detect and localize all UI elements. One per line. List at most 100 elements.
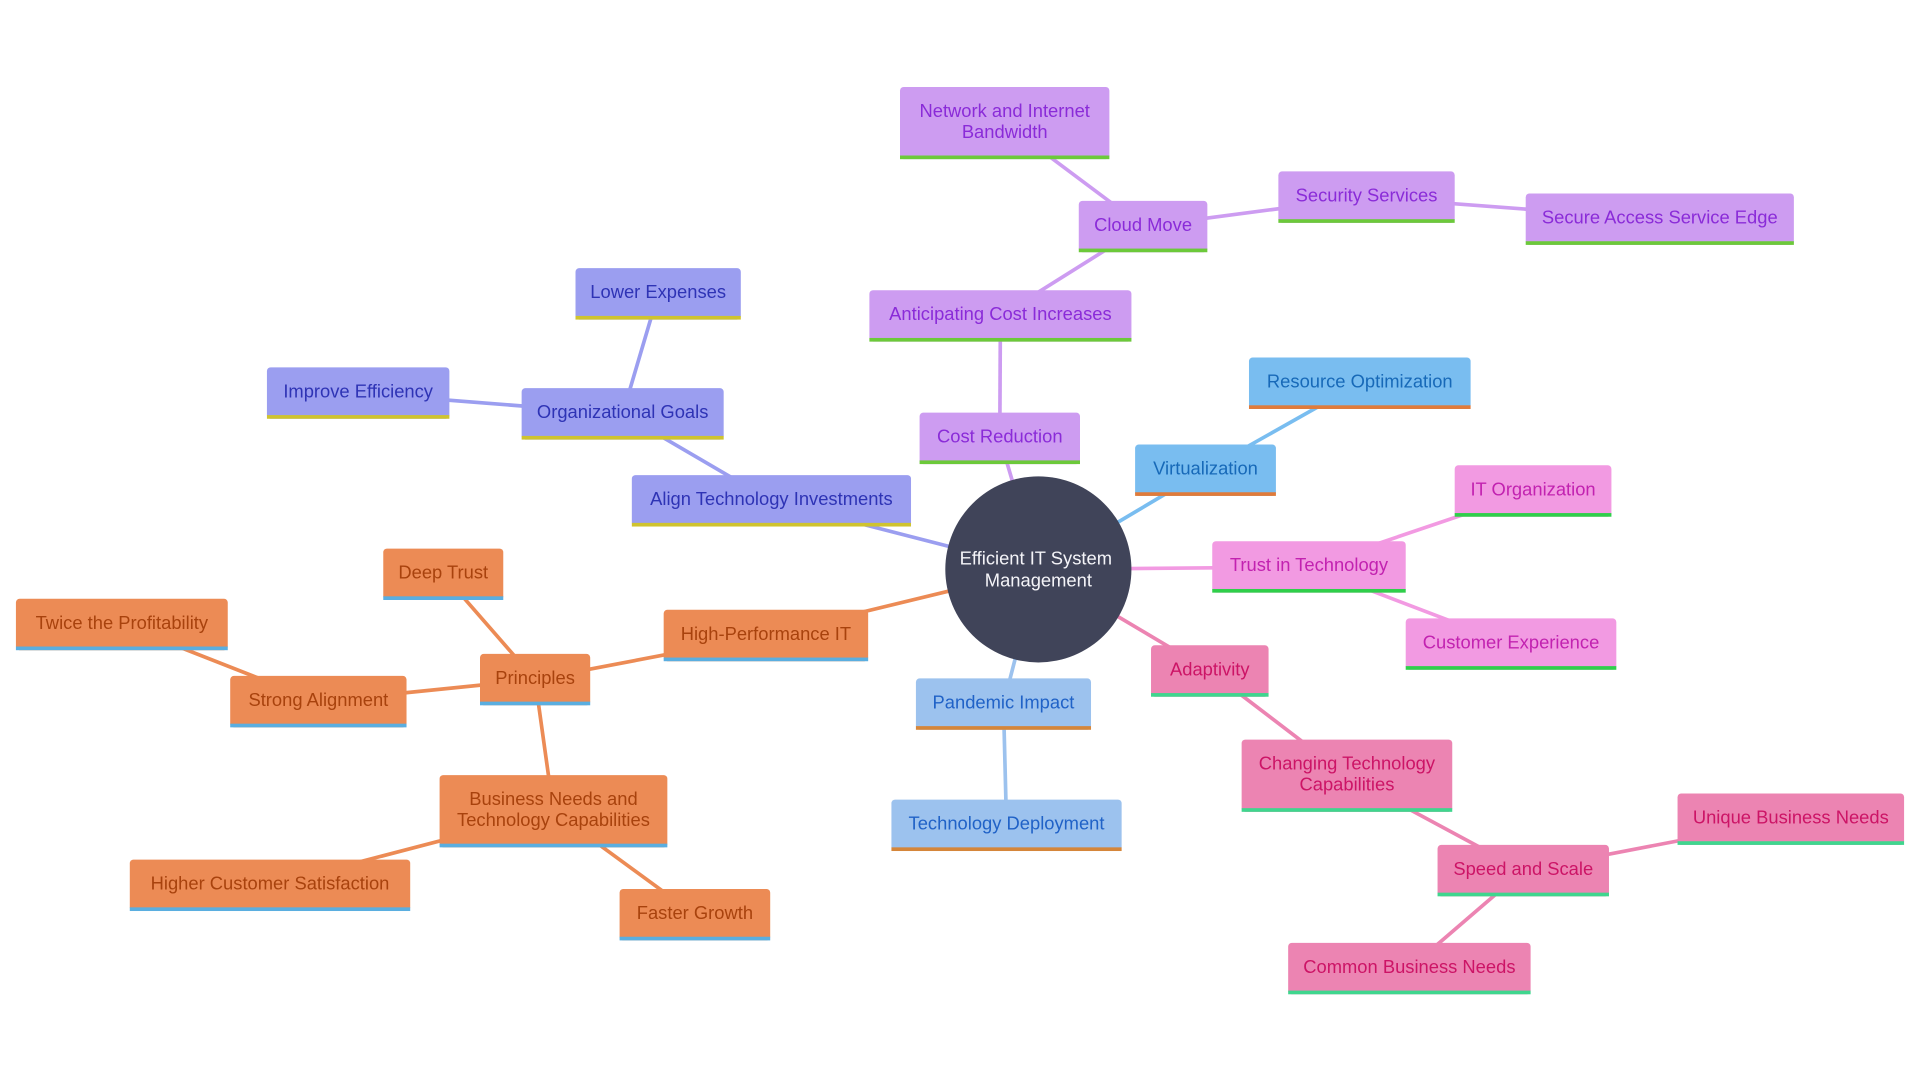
- node-label-line: Improve Efficiency: [283, 380, 433, 401]
- node-underline: [1241, 808, 1453, 812]
- node-organizational-goals[interactable]: Organizational Goals: [521, 388, 724, 440]
- node-label-line: Cost Reduction: [937, 426, 1063, 447]
- root-node[interactable]: Efficient IT System Management: [945, 476, 1132, 663]
- node-label-line: Resource Optimization: [1267, 371, 1453, 392]
- node-faster-growth[interactable]: Faster Growth: [619, 888, 771, 941]
- node-label-line: Cloud Move: [1094, 214, 1192, 235]
- node-label-line: Deep Trust: [398, 562, 488, 583]
- node-label-line: Strong Alignment: [248, 689, 388, 710]
- node-label: Customer Experience: [1423, 631, 1600, 652]
- node-underline: [521, 435, 724, 440]
- node-deep-trust[interactable]: Deep Trust: [383, 548, 504, 600]
- node-principles[interactable]: Principles: [480, 653, 591, 706]
- node-label-line: Faster Growth: [637, 902, 753, 923]
- node-label: Speed and Scale: [1453, 858, 1593, 879]
- node-underline: [1248, 405, 1471, 409]
- node-underline: [129, 907, 411, 912]
- node-label: Anticipating Cost Increases: [889, 303, 1111, 324]
- node-label: Deep Trust: [398, 562, 488, 583]
- node-label-line: Secure Access Service Edge: [1542, 206, 1778, 227]
- node-underline: [1078, 248, 1208, 253]
- node-label-line: Network and Internet: [919, 100, 1089, 121]
- node-underline: [439, 843, 668, 848]
- node-high-performance-it[interactable]: High-Performance IT: [663, 609, 869, 662]
- node-label-line: Unique Business Needs: [1693, 806, 1889, 827]
- node-underline: [15, 646, 228, 651]
- node-security-services[interactable]: Security Services: [1278, 171, 1455, 223]
- node-label: Virtualization: [1153, 457, 1258, 478]
- node-underline: [1151, 693, 1269, 697]
- node-label: IT Organization: [1470, 478, 1595, 499]
- node-common-business-needs[interactable]: Common Business Needs: [1288, 942, 1531, 995]
- node-label-line: Lower Expenses: [590, 281, 726, 302]
- node-label-line: Principles: [495, 667, 575, 688]
- node-speed-and-scale[interactable]: Speed and Scale: [1437, 844, 1609, 897]
- node-label-line: Trust in Technology: [1230, 554, 1389, 575]
- node-underline: [1212, 588, 1406, 593]
- node-label: High-Performance IT: [681, 623, 851, 644]
- node-label-line: Twice the Profitability: [36, 612, 209, 633]
- root-label-line-1: Efficient IT System: [960, 547, 1112, 568]
- node-label-line: Common Business Needs: [1303, 956, 1515, 977]
- node-label-line: Customer Experience: [1423, 631, 1600, 652]
- node-label-line: Align Technology Investments: [650, 488, 893, 509]
- node-strong-alignment[interactable]: Strong Alignment: [230, 675, 407, 728]
- node-label: Adaptivity: [1170, 658, 1250, 679]
- node-virtualization[interactable]: Virtualization: [1135, 444, 1276, 496]
- node-trust-in-technology[interactable]: Trust in Technology: [1212, 541, 1406, 593]
- node-it-organization[interactable]: IT Organization: [1454, 465, 1612, 517]
- node-underline: [1278, 219, 1455, 223]
- node-underline: [1677, 841, 1905, 845]
- root-label-line-2: Management: [985, 570, 1092, 591]
- node-underline: [631, 522, 912, 527]
- node-label-line: Organizational Goals: [537, 401, 708, 422]
- node-anticipating-cost-increases[interactable]: Anticipating Cost Increases: [869, 290, 1132, 342]
- node-underline: [663, 657, 869, 662]
- node-label: Pandemic Impact: [933, 691, 1075, 712]
- node-changing-tech-capabilities[interactable]: Changing Technology Capabilities: [1241, 739, 1453, 812]
- node-label: Security Services: [1296, 184, 1438, 205]
- node-underline: [1437, 892, 1609, 897]
- node-label-line: Technology Deployment: [909, 813, 1105, 834]
- node-underline: [869, 337, 1132, 342]
- node-underline: [1405, 666, 1617, 670]
- node-underline: [230, 723, 407, 728]
- node-twice-profitability[interactable]: Twice the Profitability: [15, 598, 228, 651]
- node-business-needs-tech-capabilities[interactable]: Business Needs and Technology Capabilitie…: [439, 775, 668, 848]
- node-label: Higher Customer Satisfaction: [151, 873, 390, 894]
- node-underline: [900, 155, 1110, 160]
- node-unique-business-needs[interactable]: Unique Business Needs: [1677, 793, 1905, 845]
- node-label: Technology Deployment: [909, 813, 1105, 834]
- node-cloud-move[interactable]: Cloud Move: [1078, 200, 1208, 253]
- node-underline: [266, 415, 450, 419]
- node-underline: [575, 315, 741, 320]
- node-lower-expenses[interactable]: Lower Expenses: [575, 268, 741, 320]
- node-label-line: Changing Technology: [1259, 753, 1436, 774]
- node-label-line: Business Needs and: [469, 788, 637, 809]
- node-network-bandwidth[interactable]: Network and Internet Bandwidth: [900, 86, 1110, 160]
- mindmap-canvas: Cost Reduction Anticipating Cost Increase…: [0, 0, 1920, 1080]
- node-improve-efficiency[interactable]: Improve Efficiency: [266, 367, 450, 419]
- node-align-tech-investments[interactable]: Align Technology Investments: [631, 475, 912, 527]
- node-label-line: Technology Capabilities: [457, 809, 650, 830]
- node-sase[interactable]: Secure Access Service Edge: [1525, 193, 1794, 245]
- node-label-line: Pandemic Impact: [933, 691, 1075, 712]
- node-cost-reduction[interactable]: Cost Reduction: [919, 412, 1080, 465]
- node-label-line: Bandwidth: [962, 121, 1048, 142]
- node-label: Strong Alignment: [248, 689, 388, 710]
- node-label: Resource Optimization: [1267, 371, 1453, 392]
- node-label: Organizational Goals: [537, 401, 708, 422]
- node-resource-optimization[interactable]: Resource Optimization: [1248, 357, 1471, 409]
- node-label: Improve Efficiency: [283, 380, 433, 401]
- node-label-line: Speed and Scale: [1453, 858, 1593, 879]
- node-adaptivity[interactable]: Adaptivity: [1151, 645, 1269, 697]
- node-customer-experience[interactable]: Customer Experience: [1405, 618, 1617, 670]
- node-label: Lower Expenses: [590, 281, 726, 302]
- node-label: Twice the Profitability: [36, 612, 209, 633]
- node-pandemic-impact[interactable]: Pandemic Impact: [915, 678, 1092, 730]
- node-label: Secure Access Service Edge: [1542, 206, 1778, 227]
- nodes-layer: Cost Reduction Anticipating Cost Increase…: [15, 86, 1905, 995]
- node-technology-deployment[interactable]: Technology Deployment: [891, 799, 1122, 852]
- node-higher-customer-satisfaction[interactable]: Higher Customer Satisfaction: [129, 859, 411, 912]
- node-label-line: Virtualization: [1153, 457, 1258, 478]
